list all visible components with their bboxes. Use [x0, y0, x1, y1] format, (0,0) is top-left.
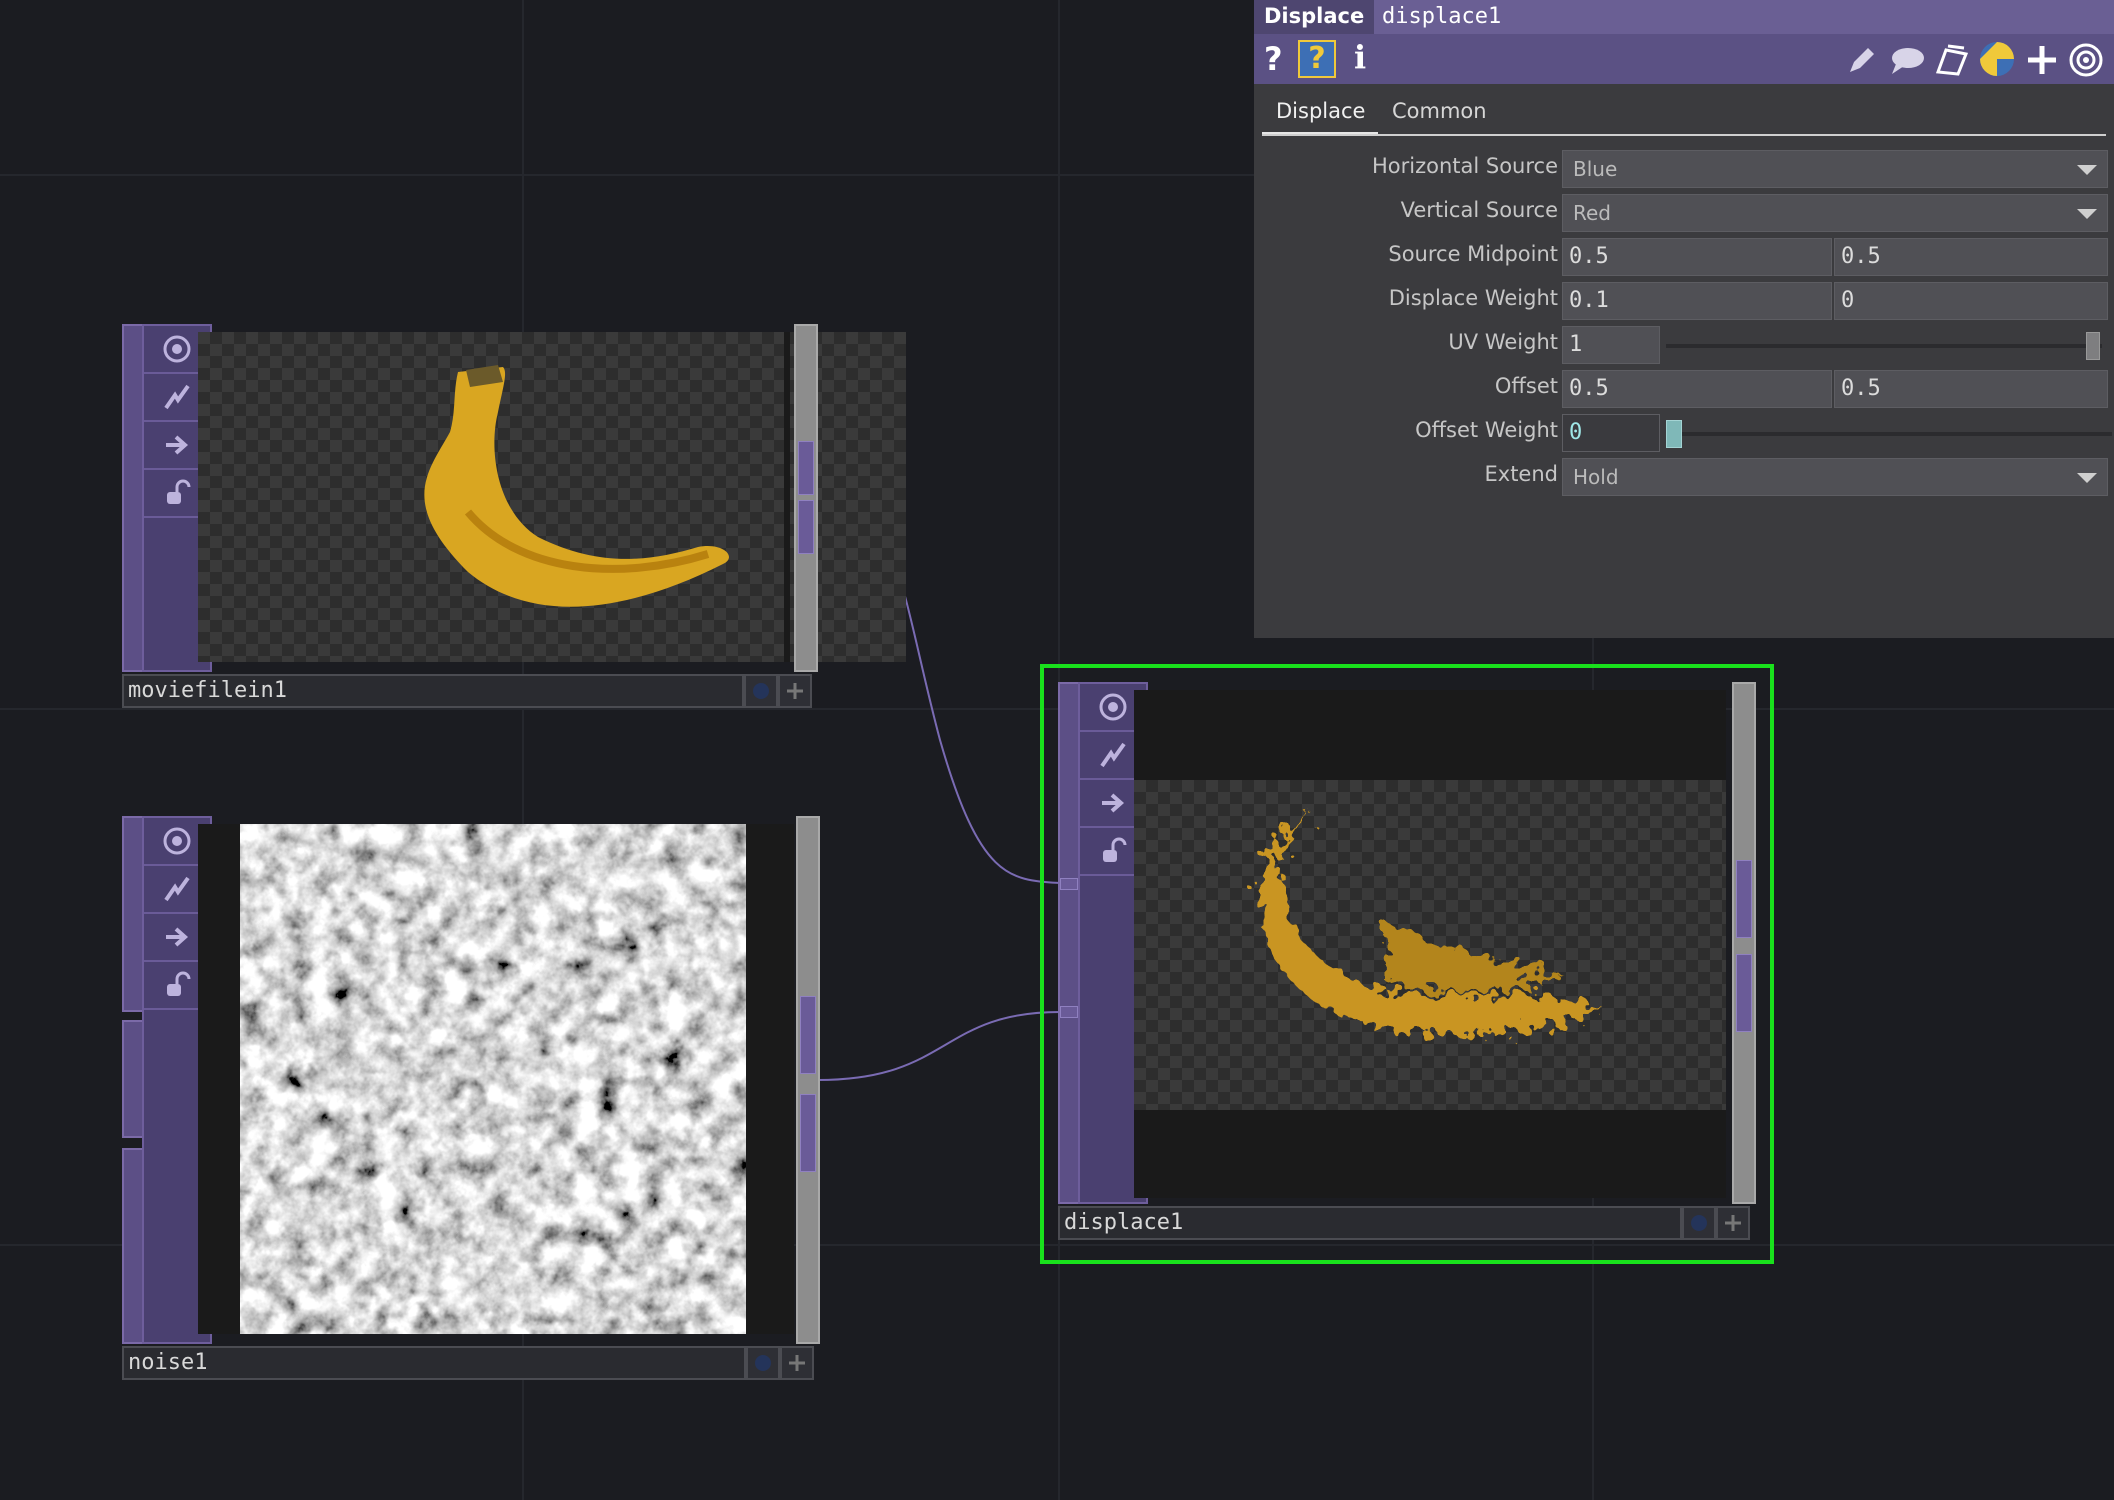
comment-icon[interactable]: [1890, 44, 1926, 76]
output-connector[interactable]: [1736, 954, 1752, 1032]
offset-x-field[interactable]: 0.5: [1562, 370, 1832, 408]
uv-weight-slider-track[interactable]: [1666, 344, 2102, 348]
dropdown-value: Hold: [1573, 465, 1619, 489]
help-python-icon[interactable]: ?: [1298, 40, 1336, 78]
vertical-source-dropdown[interactable]: Red: [1562, 194, 2108, 232]
pencil-icon[interactable]: [1846, 44, 1878, 76]
param-row-extend: Extend Hold: [1254, 458, 2114, 498]
info-icon[interactable]: i: [1354, 38, 1366, 76]
offset-weight-slider-track[interactable]: [1666, 432, 2112, 436]
parameter-panel: Displace displace1 ? ? i Displace Common…: [1254, 0, 2114, 638]
param-row-displace-weight: Displace Weight 0.1 0: [1254, 282, 2114, 322]
node-input-strip: [122, 1148, 144, 1344]
param-row-vertical-source: Vertical Source Red: [1254, 194, 2114, 234]
pin-icon[interactable]: [778, 674, 812, 708]
node-displace[interactable]: displace1: [1058, 682, 1756, 1248]
panel-toolbar: ? ? i: [1254, 34, 2114, 84]
param-label: UV Weight: [1448, 330, 1558, 354]
extend-dropdown[interactable]: Hold: [1562, 458, 2108, 496]
viewer-active-icon[interactable]: [744, 674, 778, 708]
node-output-strip: [796, 816, 820, 1344]
tab-label: Displace: [1276, 99, 1366, 123]
node-output-strip: [1732, 682, 1756, 1204]
param-label: Offset: [1494, 374, 1558, 398]
operator-type-label: Displace: [1264, 4, 1365, 28]
dropdown-value: Red: [1573, 201, 1611, 225]
node-viewer: [198, 824, 794, 1334]
chevron-down-icon: [2077, 165, 2097, 175]
tab-displace[interactable]: Displace: [1262, 88, 1379, 134]
output-connector[interactable]: [798, 500, 814, 554]
displace-weight-x-field[interactable]: 0.1: [1562, 282, 1832, 320]
node-viewer: [1134, 690, 1726, 1198]
node-name-label[interactable]: displace1: [1058, 1206, 1682, 1240]
operator-name-field[interactable]: displace1: [1374, 0, 2114, 34]
python-icon[interactable]: [1978, 40, 2016, 78]
node-noise[interactable]: noise1: [122, 816, 820, 1382]
param-row-offset-weight: Offset Weight 0: [1254, 414, 2114, 454]
param-label: Extend: [1484, 462, 1559, 486]
node-output-strip: [794, 324, 818, 672]
output-connector[interactable]: [800, 996, 816, 1074]
panel-title-bar: Displace displace1: [1254, 0, 2114, 34]
operator-name-text: displace1: [1382, 4, 1502, 29]
node-viewer-edge: [784, 332, 790, 662]
param-label: Displace Weight: [1388, 286, 1558, 310]
banana-image: [424, 365, 729, 607]
offset-weight-field[interactable]: 0: [1562, 414, 1660, 452]
target-icon[interactable]: [2068, 42, 2104, 78]
wire-noise-to-displace: [817, 1011, 1061, 1081]
param-row-uv-weight: UV Weight 1: [1254, 326, 2114, 366]
horizontal-source-dropdown[interactable]: Blue: [1562, 150, 2108, 188]
node-input-strip: [1058, 682, 1080, 1204]
tab-common[interactable]: Common: [1378, 88, 1501, 134]
param-label: Source Midpoint: [1388, 242, 1558, 266]
tab-divider: [1262, 134, 2106, 136]
help-icon[interactable]: ?: [1264, 40, 1283, 78]
param-label: Offset Weight: [1415, 418, 1558, 442]
input-connector[interactable]: [1060, 878, 1078, 890]
add-icon[interactable]: [2026, 44, 2058, 76]
source-midpoint-x-field[interactable]: 0.5: [1562, 238, 1832, 276]
displace-weight-y-field[interactable]: 0: [1834, 282, 2108, 320]
uv-weight-slider-handle[interactable]: [2086, 332, 2100, 360]
output-connector[interactable]: [798, 441, 814, 495]
tab-label: Common: [1392, 99, 1487, 123]
param-row-horizontal-source: Horizontal Source Blue: [1254, 150, 2114, 190]
node-input-strip: [122, 1020, 144, 1138]
chevron-down-icon: [2077, 473, 2097, 483]
param-row-offset: Offset 0.5 0.5: [1254, 370, 2114, 410]
param-row-source-midpoint: Source Midpoint 0.5 0.5: [1254, 238, 2114, 278]
viewer-active-icon[interactable]: [1682, 1206, 1716, 1240]
displaced-banana-image: [1258, 810, 1604, 1036]
pin-icon[interactable]: [780, 1346, 814, 1380]
node-name-label[interactable]: moviefilein1: [122, 674, 744, 708]
uv-weight-field[interactable]: 1: [1562, 326, 1660, 364]
offset-y-field[interactable]: 0.5: [1834, 370, 2108, 408]
chevron-down-icon: [2077, 209, 2097, 219]
param-label: Horizontal Source: [1371, 154, 1558, 178]
dropdown-value: Blue: [1573, 157, 1618, 181]
noise-image: [240, 824, 746, 1334]
source-midpoint-y-field[interactable]: 0.5: [1834, 238, 2108, 276]
pin-icon[interactable]: [1716, 1206, 1750, 1240]
offset-weight-slider-handle[interactable]: [1666, 420, 1682, 448]
viewer-active-icon[interactable]: [746, 1346, 780, 1380]
output-connector[interactable]: [800, 1094, 816, 1172]
output-connector[interactable]: [1736, 860, 1752, 938]
node-input-strip: [122, 324, 144, 672]
node-name-label[interactable]: noise1: [122, 1346, 746, 1380]
clone-icon[interactable]: [1934, 42, 1970, 78]
node-moviefilein[interactable]: moviefilein1: [122, 324, 906, 710]
input-connector[interactable]: [1060, 1006, 1078, 1018]
node-input-strip: [122, 816, 144, 1012]
param-label: Vertical Source: [1400, 198, 1558, 222]
